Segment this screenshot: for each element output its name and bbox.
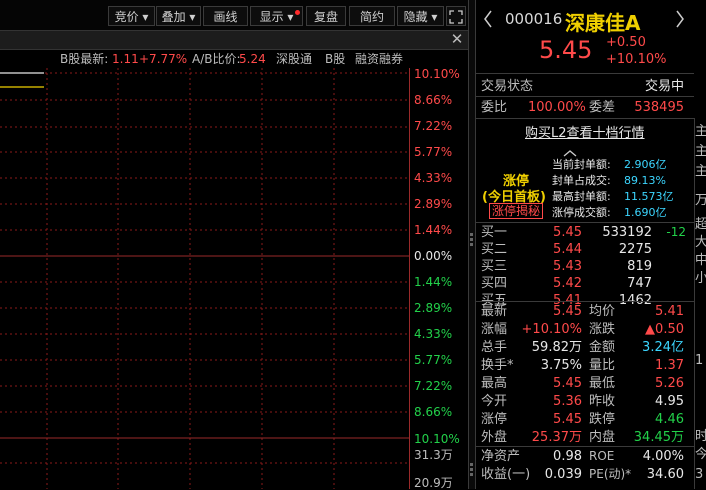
wei-bi-value: 100.00% [528,100,586,115]
trade-status-value: 交易中 [644,79,684,94]
fullscreen-icon [449,10,463,24]
splitter-grip [470,463,473,466]
limit-stat-label: 最高封单额: [552,190,611,203]
fullscreen-button[interactable] [446,6,466,26]
chevron-up-icon[interactable] [562,142,578,157]
limit-stat-value: 89.13% [624,174,666,187]
chevron-down-icon: ▾ [189,10,196,24]
pct-axis-label: 4.33% [414,171,453,185]
simple-button[interactable]: 简约 [349,6,395,26]
sub-panel-bar [0,30,468,50]
splitter-grip [470,238,473,241]
tag-sz-connect[interactable]: 深股通 [276,52,312,66]
stock-name: 深康佳A [565,11,641,35]
draw-line-button[interactable]: 画线 [203,6,248,26]
pct-axis-zero: 0.00% [414,249,453,263]
tag-margin[interactable]: 融资融券 [355,52,403,66]
edge-label: 时 [695,429,706,444]
limit-stat-value: 1.690亿 [624,206,667,219]
auction-button[interactable]: 竞价 ▾ [108,6,155,26]
edge-label: 今 [695,447,706,462]
tag-b-share[interactable]: B股 [325,52,345,66]
edge-label: 3 [695,467,704,482]
edge-label: 超 [695,217,706,232]
edge-label: 主 [695,124,706,139]
close-icon[interactable]: ✕ [447,30,467,48]
pct-axis-label: 1.44% [414,275,453,289]
pct-axis-label: 10.10% [414,432,460,446]
splitter-grip [470,473,473,476]
ab-ratio-label: A/B比价: [192,52,241,66]
chevron-down-icon: ▾ [142,10,149,24]
edge-label: 1 [695,353,704,368]
volume-axis-label: 31.3万 [414,448,453,462]
overlay-button[interactable]: 叠加 ▾ [156,6,201,26]
wei-cha-value: 538495 [634,100,684,115]
limit-up-reveal-button[interactable]: 涨停揭秘 [489,203,544,219]
notification-dot [295,10,300,15]
stock-change-pct: +10.10% [606,52,667,67]
edge-label: 小 [695,271,706,286]
stock-code: 000016 [505,10,563,28]
display-button[interactable]: 显示 ▾ [250,6,303,26]
replay-button[interactable]: 复盘 [306,6,346,26]
pct-axis-label: 7.22% [414,119,453,133]
pct-axis-label: 1.44% [414,223,453,237]
pct-axis-label: 2.89% [414,197,453,211]
b-share-latest-label: B股最新: [60,52,109,66]
edge-label: 主 [695,164,706,179]
limit-stat-label: 封单占成交: [552,174,611,187]
chevron-down-icon: ▾ [287,10,294,24]
pct-axis-label: 2.89% [414,301,453,315]
b-share-latest-value: 1.11 [112,52,139,66]
stock-change: +0.50 [606,35,646,50]
edge-label: 万 [695,193,706,208]
splitter-grip [470,243,473,246]
pct-axis-label: 7.22% [414,379,453,393]
buy-l2-link[interactable]: 购买L2查看十档行情 [525,122,645,141]
limit-stat-label: 当前封单额: [552,158,611,171]
limit-stat-value: 11.573亿 [624,190,674,203]
edge-label: 主 [695,144,706,159]
b-share-latest-change: +7.77% [139,52,188,66]
pct-axis-label: 8.66% [414,93,453,107]
stock-price: 5.45 [539,36,593,64]
splitter-grip [470,468,473,471]
chart-toolbar: 竞价 ▾ 叠加 ▾ 画线 显示 ▾ 复盘 简约 隐藏 ▾ [0,0,468,30]
pct-axis-label: 5.77% [414,353,453,367]
pct-axis-label: 5.77% [414,145,453,159]
hide-button[interactable]: 隐藏 ▾ [397,6,444,26]
splitter-grip [470,233,473,236]
limit-stat-label: 涨停成交额: [552,206,611,219]
intraday-chart[interactable] [0,68,410,489]
pct-axis-label: 10.10% [414,67,460,81]
edge-label: 中 [695,253,706,268]
pct-axis-label: 4.33% [414,327,453,341]
chevron-right-icon[interactable] [675,9,685,29]
chevron-down-icon: ▾ [431,10,438,24]
chevron-left-icon[interactable] [483,9,493,29]
pct-axis-label: 8.66% [414,405,453,419]
volume-axis-label: 20.9万 [414,476,453,490]
limit-stat-value: 2.906亿 [624,158,667,171]
edge-label: 大 [695,235,706,250]
ab-ratio-value: 5.24 [239,52,266,66]
